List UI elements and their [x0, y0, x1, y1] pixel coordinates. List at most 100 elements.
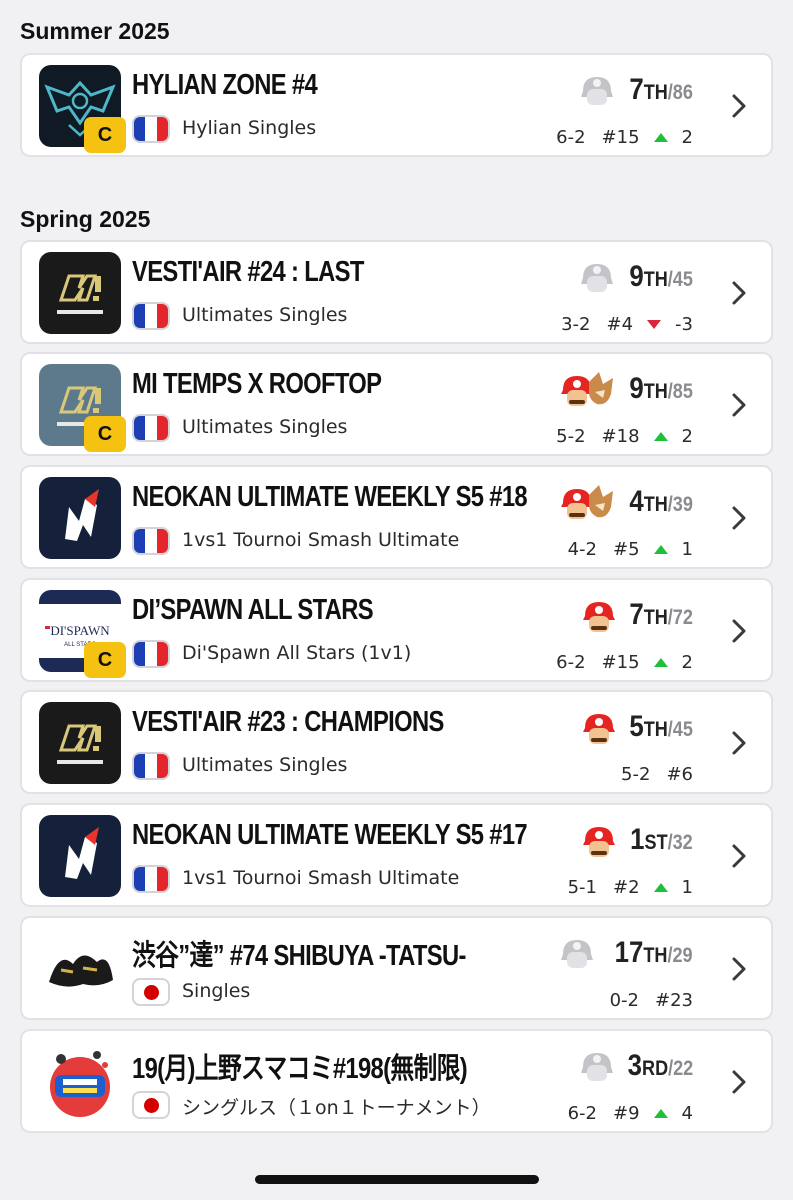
c-badge: C	[84, 117, 126, 153]
placement-total: /39	[667, 493, 693, 516]
placement-suffix: TH	[643, 718, 668, 741]
trend-down-icon	[647, 320, 662, 329]
chevron-right-icon[interactable]	[731, 93, 747, 119]
tournament-card[interactable]: DI'SPAWN ALL STARS C DI’SPAWN ALL STARS Di'S…	[20, 578, 773, 682]
placement: 7TH/72	[629, 598, 693, 632]
seed-delta: -3	[675, 314, 693, 335]
tournament-card[interactable]: VESTI'AIR #24 : LAST Ultimates Singles 9TH…	[20, 240, 773, 344]
set-record: 6-2	[556, 127, 586, 148]
character-icon	[559, 483, 619, 523]
france-flag-icon	[132, 752, 170, 780]
seed: #6	[666, 764, 693, 785]
seed-delta: 1	[681, 877, 693, 898]
placement-number: 9	[629, 260, 644, 293]
placement-total: /72	[667, 606, 693, 629]
placement-total: /45	[667, 268, 693, 291]
character-icon	[575, 708, 619, 748]
set-record: 0-2	[609, 990, 639, 1011]
character-icon	[575, 1047, 619, 1087]
placement: 17TH/29	[615, 936, 693, 970]
stats-row: 5-1 #2 1	[568, 877, 693, 898]
section-summer-title: Summer 2025	[20, 18, 170, 44]
tournament-logo	[39, 252, 121, 334]
placement: 7TH/86	[629, 73, 693, 107]
chevron-right-icon[interactable]	[731, 730, 747, 756]
placement-total: /85	[667, 380, 693, 403]
set-record: 5-2	[621, 764, 651, 785]
placement-number: 17	[615, 936, 644, 969]
tournament-card[interactable]: 19(月)上野スマコミ#198(無制限) シングルス（１on１トーナメント） 3RD…	[20, 1029, 773, 1133]
dispawn-logo-text: DI'SPAWN	[50, 623, 110, 638]
placement-number: 4	[629, 485, 644, 518]
stats-row: 6-2 #15 2	[556, 652, 693, 673]
stats-row: 3-2 #4 -3	[561, 314, 693, 335]
france-flag-icon	[132, 640, 170, 668]
home-indicator[interactable]	[255, 1175, 539, 1184]
france-flag-icon	[132, 115, 170, 143]
seed: #4	[606, 314, 634, 335]
trend-up-icon	[653, 545, 668, 554]
character-icon	[575, 821, 619, 861]
tournament-card[interactable]: C HYLIAN ZONE #4 Hylian Singles 7TH/86 6-2 #1…	[20, 53, 773, 157]
seed: #15	[601, 652, 640, 673]
character-icon	[575, 71, 619, 111]
event-name: Di'Spawn All Stars (1v1)	[182, 642, 412, 664]
chevron-right-icon[interactable]	[731, 505, 747, 531]
tournament-card[interactable]: NEOKAN ULTIMATE WEEKLY S5 #17 1vs1 Tourno…	[20, 803, 773, 907]
c-badge: C	[84, 416, 126, 452]
france-flag-icon	[132, 527, 170, 555]
tournament-card[interactable]: VESTI'AIR #23 : CHAMPIONS Ultimates Singl…	[20, 690, 773, 794]
placement: 1ST/32	[630, 823, 693, 857]
placement: 4TH/39	[629, 485, 693, 519]
tournament-logo	[39, 928, 121, 1010]
seed: #15	[601, 127, 640, 148]
placement-number: 9	[629, 372, 644, 405]
chevron-right-icon[interactable]	[731, 280, 747, 306]
placement-suffix: RD	[641, 1057, 668, 1080]
event-name: Ultimates Singles	[182, 754, 348, 776]
placement-suffix: TH	[643, 493, 668, 516]
tournament-title: MI TEMPS X ROOFTOP	[132, 368, 382, 400]
character-icon	[575, 258, 619, 298]
set-record: 6-2	[567, 1103, 597, 1124]
placement-suffix: TH	[643, 380, 668, 403]
chevron-right-icon[interactable]	[731, 1069, 747, 1095]
placement-number: 1	[630, 823, 645, 856]
placement-suffix: ST	[644, 831, 668, 854]
placement-total: /45	[667, 718, 693, 741]
seed-delta: 4	[681, 1103, 693, 1124]
chevron-right-icon[interactable]	[731, 843, 747, 869]
tournament-card[interactable]: C MI TEMPS X ROOFTOP Ultimates Singles 9TH/…	[20, 352, 773, 456]
placement-total: /22	[667, 1057, 693, 1080]
chevron-right-icon[interactable]	[731, 618, 747, 644]
placement-suffix: TH	[643, 606, 668, 629]
seed: #5	[613, 539, 640, 560]
event-name: Ultimates Singles	[182, 304, 348, 326]
chevron-right-icon[interactable]	[731, 392, 747, 418]
trend-up-icon	[653, 1109, 668, 1118]
placement-number: 3	[627, 1049, 642, 1082]
tournament-card[interactable]: 渋谷”達” #74 SHIBUYA -TATSU- Singles 17TH/29 0…	[20, 916, 773, 1020]
tournament-logo	[39, 815, 121, 897]
japan-flag-icon	[132, 978, 170, 1006]
placement-number: 7	[629, 598, 644, 631]
tournament-title: NEOKAN ULTIMATE WEEKLY S5 #18	[132, 481, 528, 513]
france-flag-icon	[132, 865, 170, 893]
seed-delta: 1	[681, 539, 693, 560]
set-record: 5-1	[567, 877, 597, 898]
tournament-card[interactable]: NEOKAN ULTIMATE WEEKLY S5 #18 1vs1 Tourno…	[20, 465, 773, 569]
stats-row: 6-2 #9 4	[568, 1103, 693, 1124]
placement-number: 5	[629, 710, 644, 743]
trend-up-icon	[653, 133, 668, 142]
france-flag-icon	[132, 414, 170, 442]
placement-total: /86	[667, 81, 693, 104]
seed-delta: 2	[681, 426, 693, 447]
seed: #23	[655, 990, 693, 1011]
set-record: 5-2	[556, 426, 586, 447]
set-record: 6-2	[556, 652, 586, 673]
event-name: Singles	[182, 980, 251, 1002]
event-name: Ultimates Singles	[182, 416, 348, 438]
placement-suffix: TH	[643, 81, 668, 104]
set-record: 3-2	[561, 314, 591, 335]
chevron-right-icon[interactable]	[731, 956, 747, 982]
